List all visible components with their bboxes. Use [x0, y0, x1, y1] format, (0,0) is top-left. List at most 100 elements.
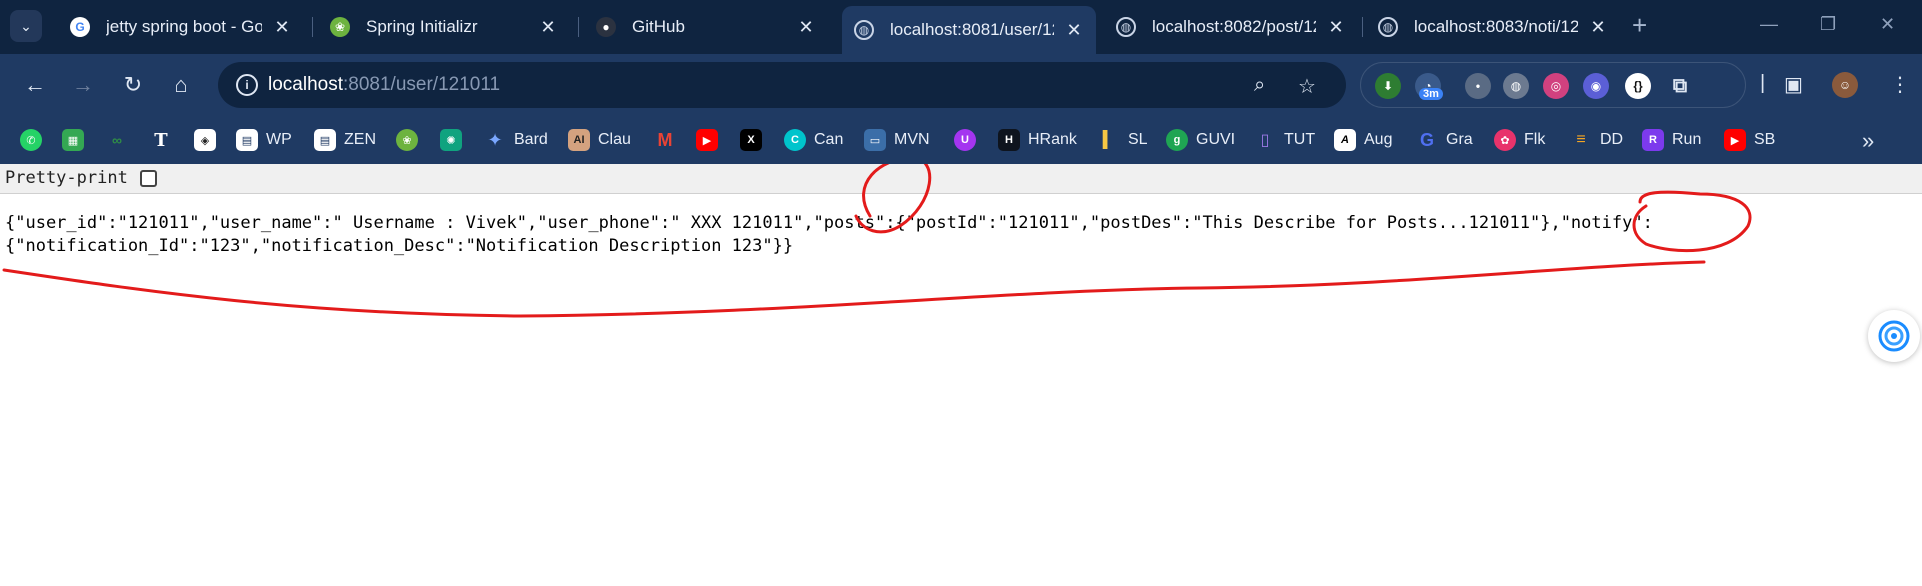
globe-extension-icon[interactable]: ◍: [1503, 73, 1529, 99]
tab-spring-initializr[interactable]: ❀ Spring Initializr ✕: [318, 6, 570, 48]
bookmark-sheets[interactable]: ▦: [62, 126, 84, 154]
color-extension-icon[interactable]: ◎: [1543, 73, 1569, 99]
tab-localhost-8082[interactable]: ◍ localhost:8082/post/12 ✕: [1104, 6, 1358, 48]
close-icon[interactable]: ✕: [1064, 20, 1084, 41]
youtube-icon: ▶: [696, 129, 718, 151]
close-icon[interactable]: ✕: [272, 17, 292, 38]
tab-google[interactable]: G jetty spring boot - Goo ✕: [58, 6, 304, 48]
mouse-extension-icon[interactable]: •: [1465, 73, 1491, 99]
home-icon: ⌂: [174, 72, 188, 97]
bookmark-gmail[interactable]: M: [654, 126, 676, 154]
bookmark-wp[interactable]: ▤ WP: [236, 126, 292, 154]
extension-badge: 3m: [1419, 88, 1443, 100]
bookmark-whatsapp[interactable]: ✆: [20, 126, 42, 154]
close-icon[interactable]: ✕: [538, 17, 558, 38]
bookmark-page-icon: ▤: [314, 129, 336, 151]
spiral-icon: [1878, 320, 1910, 352]
bookmark-aug[interactable]: A Aug: [1334, 126, 1392, 154]
forward-button[interactable]: →: [68, 70, 98, 100]
bookmark-run[interactable]: R Run: [1642, 126, 1701, 154]
bookmark-tut[interactable]: ▯ TUT: [1254, 126, 1316, 154]
globe-icon: ◍: [1116, 17, 1136, 37]
url-text[interactable]: localhost:8081/user/121011: [268, 74, 500, 96]
bookmark-x[interactable]: X: [740, 126, 762, 154]
close-icon[interactable]: ✕: [1326, 17, 1346, 38]
restore-icon[interactable]: ❐: [1820, 14, 1836, 35]
ai-assistant-button[interactable]: [1868, 310, 1920, 362]
bookmark-dd[interactable]: ≡ DD: [1570, 126, 1623, 154]
typography-icon: T: [154, 129, 168, 151]
google-icon: G: [70, 17, 90, 37]
tab-title: Spring Initializr: [366, 17, 478, 36]
x-icon: X: [740, 129, 762, 151]
whatsapp-icon: ✆: [20, 129, 42, 151]
close-icon[interactable]: ✕: [796, 17, 816, 38]
home-button[interactable]: ⌂: [166, 70, 196, 100]
bookmark-label: ZEN: [344, 131, 376, 148]
bookmark-pattern[interactable]: ◈: [194, 126, 216, 154]
bookmark-label: MVN: [894, 131, 930, 148]
bookmark-youtube[interactable]: ▶: [696, 126, 718, 154]
bookmark-hrank[interactable]: H HRank: [998, 126, 1077, 154]
bookmark-label: SL: [1128, 131, 1148, 148]
pattern-icon: ◈: [194, 129, 216, 151]
maven-icon: ▭: [864, 129, 886, 151]
new-tab-button[interactable]: +: [1632, 12, 1647, 38]
notify-circle-annotation: [1632, 190, 1752, 253]
zoom-icon[interactable]: ⌕: [1254, 74, 1265, 97]
chevron-double-right-icon[interactable]: »: [1862, 128, 1874, 154]
bookmark-label: DD: [1600, 131, 1624, 148]
back-button[interactable]: ←: [20, 70, 50, 100]
tab-strip: ⌄ G jetty spring boot - Goo ✕ ❀ Spring I…: [0, 0, 1922, 54]
address-bar[interactable]: i localhost:8081/user/121011 ⌕ ☆: [218, 62, 1346, 108]
bookmark-claude[interactable]: AI Clau: [568, 126, 631, 154]
bookmark-sb[interactable]: ▶ SB: [1724, 126, 1775, 154]
bookmark-geeksforgeeks[interactable]: ∞: [106, 126, 128, 154]
bookmark-label: Can: [814, 131, 844, 148]
close-icon[interactable]: ✕: [1588, 17, 1608, 38]
bookmark-udemy[interactable]: U: [954, 126, 976, 154]
bookmark-chatgpt[interactable]: ✺: [440, 126, 462, 154]
bookmark-label: Gra: [1446, 131, 1473, 148]
tab-search-button[interactable]: ⌄: [10, 10, 42, 42]
bookmark-guvi[interactable]: g GUVI: [1166, 126, 1235, 154]
bookmark-flk[interactable]: ✿ Flk: [1494, 126, 1545, 154]
minimize-icon[interactable]: —: [1760, 14, 1778, 35]
bookmark-sl[interactable]: ▍ SL: [1098, 126, 1148, 154]
puzzle-icon[interactable]: ⧉: [1667, 73, 1693, 99]
bot-extension-icon[interactable]: ◉: [1583, 73, 1609, 99]
tab-localhost-8081[interactable]: ◍ localhost:8081/user/12 ✕: [842, 6, 1096, 54]
download-extension-icon[interactable]: ⬇: [1375, 73, 1401, 99]
bookmark-canva[interactable]: C Can: [784, 126, 843, 154]
site-info-icon[interactable]: i: [236, 74, 258, 96]
bard-icon: ✦: [487, 129, 503, 150]
bookmark-gra[interactable]: G Gra: [1416, 126, 1473, 154]
extensions-group: ⬇ ◔ 3m • ◍ ◎ ◉ {} ⧉: [1360, 62, 1746, 108]
canva-icon: C: [784, 129, 806, 151]
json-underline-annotation: [2, 260, 1706, 318]
tab-github[interactable]: ● GitHub ✕: [584, 6, 828, 48]
gmail-icon: M: [657, 129, 673, 150]
spring-icon: ❀: [396, 129, 418, 151]
bookmark-typography[interactable]: T: [150, 126, 172, 154]
bookmark-mvn[interactable]: ▭ MVN: [864, 126, 930, 154]
bookmark-zen[interactable]: ▤ ZEN: [314, 126, 376, 154]
book-icon: ▯: [1260, 132, 1270, 149]
url-path: :8081/user/121011: [343, 74, 501, 95]
bookmark-label: HRank: [1028, 131, 1077, 148]
close-window-icon[interactable]: ✕: [1880, 14, 1895, 35]
json-extension-icon[interactable]: {}: [1625, 73, 1651, 99]
tab-localhost-8083[interactable]: ◍ localhost:8083/noti/12 ✕: [1366, 6, 1620, 48]
side-panel-icon[interactable]: ▣: [1784, 72, 1803, 97]
avatar[interactable]: ☺: [1832, 72, 1858, 98]
bookmark-spring[interactable]: ❀: [396, 126, 418, 154]
star-icon[interactable]: ☆: [1298, 74, 1316, 99]
geeksforgeeks-icon: ∞: [112, 132, 122, 148]
menu-icon[interactable]: ⋮: [1890, 72, 1910, 97]
tab-title: localhost:8083/noti/12: [1414, 17, 1578, 36]
udemy-icon: U: [954, 129, 976, 151]
reload-button[interactable]: ↻: [118, 70, 148, 100]
grammarly-icon: G: [1419, 129, 1434, 150]
tab-title: GitHub: [632, 17, 685, 36]
bookmark-bard[interactable]: ✦ Bard: [484, 126, 547, 154]
